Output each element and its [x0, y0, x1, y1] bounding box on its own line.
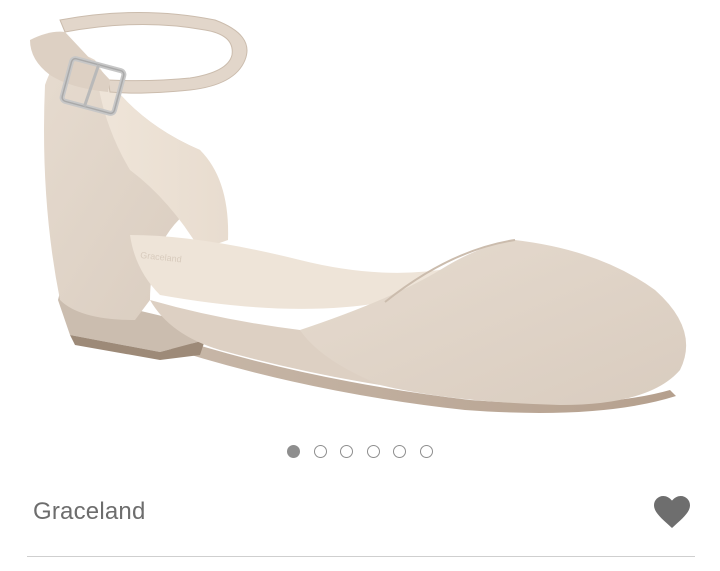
product-image[interactable]: Graceland [0, 0, 720, 430]
divider [27, 556, 695, 557]
image-pager [0, 445, 720, 458]
title-row: Graceland [33, 490, 692, 534]
product-card: Graceland Graceland [0, 0, 720, 571]
wishlist-button[interactable] [652, 492, 692, 532]
pager-dot[interactable] [393, 445, 407, 458]
product-name: Graceland [33, 498, 146, 525]
shoe-illustration: Graceland [30, 12, 687, 413]
heart-icon [654, 496, 690, 528]
pager-dot[interactable] [419, 445, 433, 458]
pager-dot[interactable] [340, 445, 354, 458]
pager-dot[interactable] [313, 445, 327, 458]
pager-dot[interactable] [366, 445, 380, 458]
pager-dot[interactable] [287, 445, 301, 458]
